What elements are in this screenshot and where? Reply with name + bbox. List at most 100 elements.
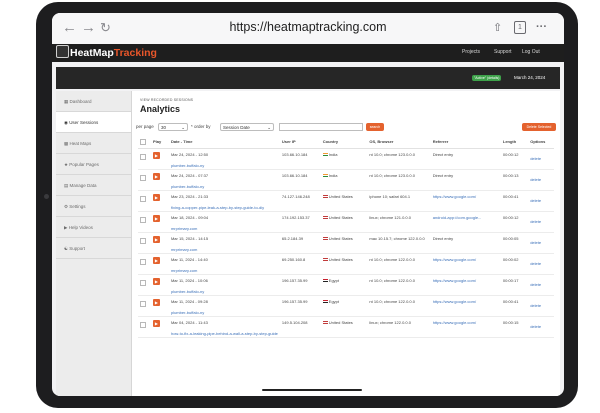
row-checkbox[interactable]	[140, 301, 146, 307]
session-referrer[interactable]: https://www.google.com/	[433, 320, 499, 325]
session-page-link[interactable]: plumber-buffalo-ny	[171, 163, 278, 168]
row-checkbox[interactable]	[140, 154, 146, 160]
session-referrer: Direct entry	[432, 173, 454, 178]
os-browser-cell: nt 10.0; chrome 123.0.0.0	[367, 169, 431, 191]
delete-selected-button[interactable]: Delete Selected	[522, 123, 556, 131]
address-bar[interactable]: https://heatmaptracking.com	[52, 20, 564, 34]
sidebar-item-settings[interactable]: ⚙ Settings	[56, 196, 131, 217]
session-length: 00:00:41	[502, 299, 519, 304]
play-cell: ▶	[150, 190, 169, 212]
country-cell: United States	[320, 232, 368, 254]
delete-link[interactable]: delete	[530, 324, 552, 329]
select-all-checkbox[interactable]	[140, 138, 146, 145]
sidebar-item-user-sessions[interactable]: ◉ User Sessions	[56, 112, 131, 133]
logo-icon	[56, 45, 69, 58]
col-os-browser[interactable]: OS, Browser	[367, 135, 431, 149]
row-checkbox[interactable]	[140, 217, 146, 223]
ip-cell: 196.157.35.99	[279, 295, 321, 317]
row-checkbox[interactable]	[140, 175, 146, 181]
length-cell: 00:00:05	[500, 232, 529, 254]
play-icon[interactable]: ▶	[152, 173, 160, 180]
delete-link[interactable]: delete	[530, 177, 552, 182]
site-logo[interactable]: HeatMapTracking	[56, 45, 157, 59]
table-row: ▶ Mar 24, 2024 - 12:50 plumber-buffalo-ny 1…	[138, 148, 554, 170]
breadcrumb: VIEW RECORDED SESSIONS	[140, 98, 194, 102]
share-icon[interactable]: ⇧	[493, 21, 502, 34]
session-referrer[interactable]: https://www.google.com/	[433, 299, 499, 304]
row-checkbox[interactable]	[140, 280, 146, 286]
page-title: Analytics	[140, 104, 181, 114]
ip-cell: 103.66.10.184	[279, 148, 321, 170]
session-page-link[interactable]: how-to-fix-a-leaking-pipe-behind-a-wall-…	[171, 331, 278, 336]
sidebar-item-label: Manage Data	[69, 183, 97, 188]
col-user-ip[interactable]: User IP	[279, 135, 321, 149]
session-referrer[interactable]: https://www.google.com/	[433, 278, 499, 283]
play-icon[interactable]: ▶	[152, 320, 160, 327]
session-referrer[interactable]: https://www.google.com/	[433, 257, 499, 262]
sidebar-item-help-videos[interactable]: ▶ Help Videos	[56, 217, 131, 238]
tabs-button[interactable]: 1	[514, 21, 526, 34]
session-length: 00:00:12	[502, 215, 519, 220]
projects-link[interactable]: Projects	[462, 49, 480, 55]
play-icon[interactable]: ▶	[152, 257, 160, 264]
logout-link[interactable]: Log Out	[522, 49, 540, 55]
session-country: United States	[328, 215, 353, 220]
session-page-link[interactable]: plumber-buffalo-ny	[171, 289, 278, 294]
col-date-time[interactable]: Date - Time	[168, 135, 280, 149]
search-input[interactable]	[279, 123, 363, 131]
sidebar-item-popular-pages[interactable]: ★ Popular Pages	[56, 154, 131, 175]
sidebar-item-support[interactable]: ☯ Support	[56, 238, 131, 259]
session-country: United States	[328, 320, 353, 325]
session-country: United States	[328, 236, 353, 241]
more-icon[interactable]: ···	[536, 21, 547, 33]
row-checkbox[interactable]	[140, 322, 146, 328]
delete-link[interactable]: delete	[530, 303, 552, 308]
col-length[interactable]: Length	[500, 135, 529, 149]
options-cell: delete	[528, 253, 554, 275]
session-page-link[interactable]: plumber-buffalo-ny	[171, 310, 278, 315]
delete-link[interactable]: delete	[530, 156, 552, 161]
sidebar-item-dashboard[interactable]: ▦ Dashboard	[56, 91, 131, 112]
delete-link[interactable]: delete	[530, 240, 552, 245]
sidebar-item-label: Support	[69, 246, 86, 251]
row-checkbox[interactable]	[140, 259, 146, 265]
play-icon[interactable]: ▶	[152, 236, 160, 243]
play-icon[interactable]: ▶	[152, 215, 160, 222]
session-referrer: Direct entry	[432, 152, 454, 157]
play-icon[interactable]: ▶	[152, 194, 160, 201]
play-icon[interactable]: ▶	[152, 152, 160, 159]
sidebar-item-manage-data[interactable]: ▤ Manage Data	[56, 175, 131, 196]
session-page-link[interactable]: mrprimary.com	[171, 226, 278, 231]
delete-link[interactable]: delete	[530, 282, 552, 287]
session-referrer[interactable]: android-app://com.google...	[433, 215, 499, 220]
session-os-browser: nt 10.0; chrome 123.0.0.0	[369, 152, 415, 157]
session-referrer[interactable]: https://www.google.com/	[433, 194, 499, 199]
per-page-select[interactable]: 30 ⌄	[158, 123, 188, 131]
session-datetime: Mar 11, 2024 - 10:06	[170, 278, 208, 283]
select-all-cell	[138, 135, 151, 149]
delete-link[interactable]: delete	[530, 198, 552, 203]
country-cell: Egypt	[320, 274, 368, 296]
col-referrer[interactable]: Referrer	[430, 135, 501, 149]
support-link[interactable]: Support	[494, 49, 512, 55]
search-button[interactable]: search	[366, 123, 384, 131]
session-page-link[interactable]: plumber-buffalo-ny	[171, 184, 278, 189]
delete-link[interactable]: delete	[530, 219, 552, 224]
sidebar-item-label: Help Videos	[68, 225, 93, 230]
col-country[interactable]: Country	[320, 135, 368, 149]
session-page-link[interactable]: mrprimary.com	[171, 268, 278, 273]
sessions-table-body: ▶ Mar 24, 2024 - 12:50 plumber-buffalo-ny 1…	[138, 148, 554, 338]
session-page-link[interactable]: fixing-a-copper-pipe-leak-a-step-by-step…	[171, 205, 278, 210]
row-checkbox[interactable]	[140, 238, 146, 244]
delete-link[interactable]: delete	[530, 261, 552, 266]
order-by-select[interactable]: Session Date ⌄	[220, 123, 274, 131]
ip-cell: 149.5.104.208	[279, 316, 321, 338]
session-country: India	[328, 152, 338, 157]
status-badge[interactable]: "Active" (details)	[472, 75, 502, 81]
session-page-link[interactable]: mrprimary.com	[171, 247, 278, 252]
play-icon[interactable]: ▶	[152, 278, 160, 285]
row-checkbox[interactable]	[140, 196, 146, 202]
home-indicator[interactable]	[262, 389, 362, 391]
play-icon[interactable]: ▶	[152, 299, 160, 306]
sidebar-item-heat-maps[interactable]: ▩ Heat Maps	[56, 133, 131, 154]
